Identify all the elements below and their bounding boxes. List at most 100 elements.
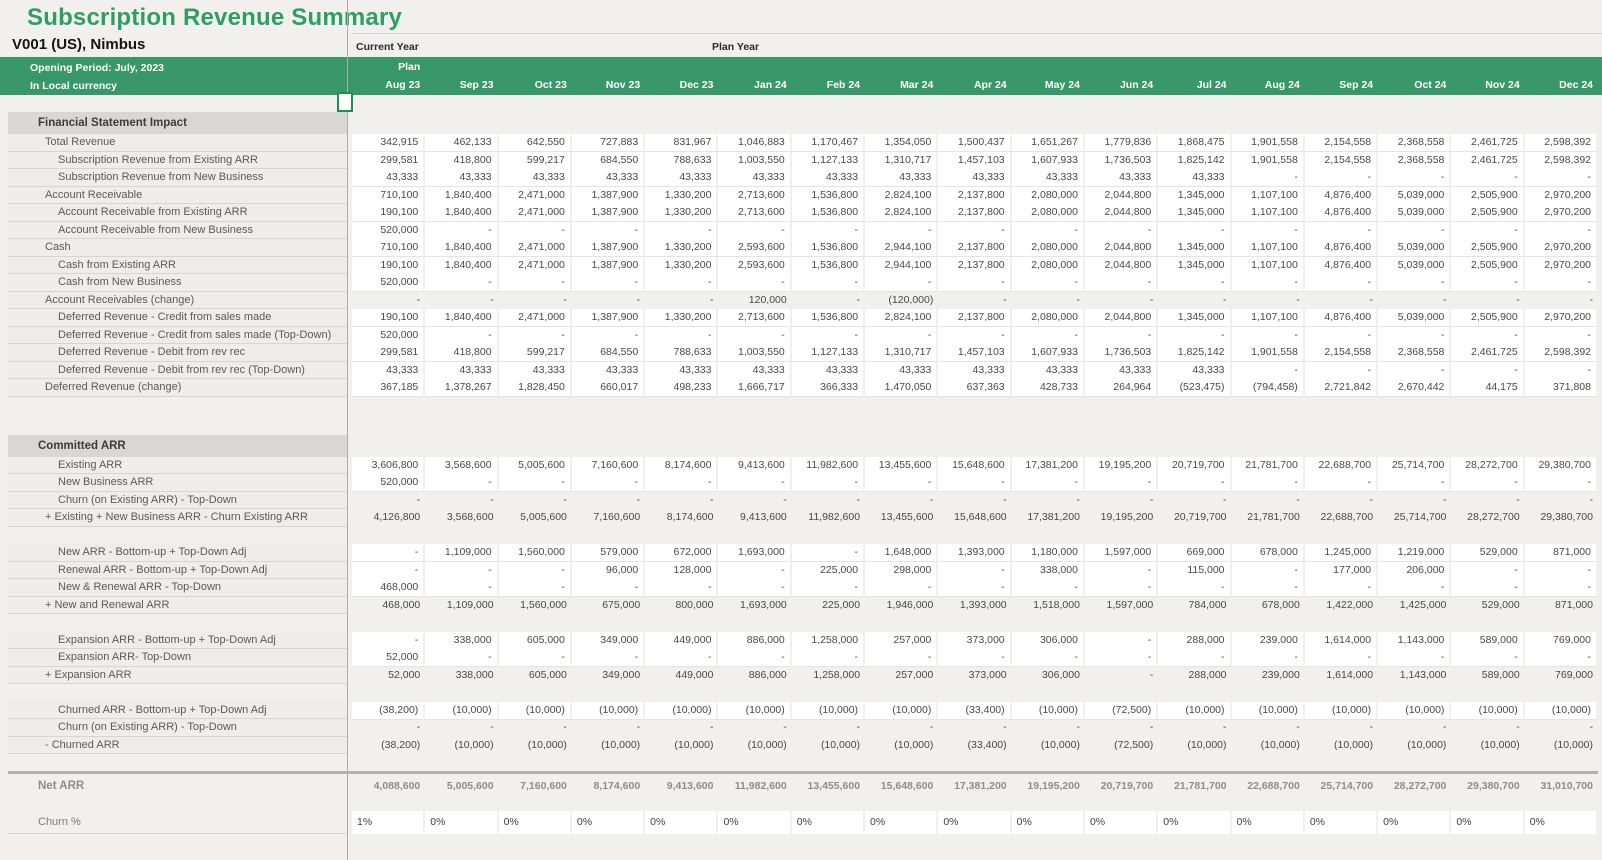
month-header-cell[interactable]: Jun 24 — [1085, 77, 1158, 95]
table-cell[interactable]: 2,713,600 — [718, 204, 792, 222]
table-cell[interactable]: 43,333 — [718, 361, 792, 380]
table-cell[interactable]: 28,272,700 — [1451, 509, 1524, 527]
table-cell[interactable]: - — [499, 492, 572, 510]
table-cell[interactable]: 2,154,558 — [1304, 134, 1379, 152]
table-cell[interactable]: - — [718, 492, 791, 510]
row-label[interactable]: Expansion ARR - Bottom-up + Top-Down Adj — [8, 631, 347, 649]
table-cell[interactable]: 675,000 — [572, 597, 645, 615]
table-cell[interactable]: - — [718, 474, 792, 492]
table-cell[interactable]: - — [1378, 292, 1451, 310]
table-cell[interactable]: 4,088,600 — [352, 774, 425, 799]
row-label[interactable]: + Expansion ARR — [8, 666, 347, 684]
table-cell[interactable]: - — [865, 274, 939, 292]
table-cell[interactable]: - — [1231, 221, 1305, 240]
table-cell[interactable]: - — [1158, 274, 1232, 292]
table-cell[interactable]: 0% — [791, 811, 866, 834]
table-cell[interactable]: - — [571, 649, 646, 667]
table-cell[interactable]: 1,779,836 — [1084, 134, 1159, 152]
table-cell[interactable]: 1,536,800 — [791, 309, 866, 327]
table-cell[interactable]: 529,000 — [1451, 597, 1524, 615]
table-cell[interactable]: 1,170,467 — [791, 134, 866, 152]
table-cell[interactable]: 225,000 — [791, 561, 866, 580]
table-cell[interactable]: - — [1304, 169, 1379, 187]
table-cell[interactable]: 1,560,000 — [499, 597, 572, 615]
table-cell[interactable]: 520,000 — [352, 474, 426, 492]
table-cell[interactable]: 44,175 — [1451, 379, 1525, 397]
table-cell[interactable]: 43,333 — [938, 169, 1012, 187]
table-cell[interactable]: 1,387,900 — [571, 239, 646, 257]
row-label[interactable]: + New and Renewal ARR — [8, 596, 347, 614]
table-cell[interactable]: - — [1231, 474, 1305, 492]
table-cell[interactable]: 2,721,842 — [1304, 379, 1379, 397]
table-cell[interactable]: 529,000 — [1451, 544, 1525, 562]
table-cell[interactable]: 1,345,000 — [1158, 204, 1232, 222]
table-cell[interactable]: 1,109,000 — [425, 544, 499, 562]
table-cell[interactable]: 43,333 — [791, 169, 866, 187]
table-cell[interactable]: - — [1158, 474, 1232, 492]
table-cell[interactable]: - — [425, 221, 499, 240]
table-cell[interactable]: 2,670,442 — [1378, 379, 1452, 397]
table-cell[interactable]: 1% — [352, 811, 426, 834]
table-cell[interactable]: 1,219,000 — [1378, 544, 1452, 562]
table-cell[interactable]: - — [791, 221, 866, 240]
table-cell[interactable]: 1,393,000 — [938, 597, 1011, 615]
table-cell[interactable]: - — [1524, 561, 1598, 580]
table-cell[interactable]: 605,000 — [498, 631, 572, 650]
table-cell[interactable]: 1,345,000 — [1158, 186, 1232, 205]
table-cell[interactable]: 15,648,600 — [865, 774, 938, 799]
month-header-cell[interactable]: Nov 24 — [1451, 77, 1524, 95]
table-cell[interactable]: 239,000 — [1232, 667, 1305, 685]
table-cell[interactable]: 1,901,558 — [1231, 344, 1305, 362]
month-header-cell[interactable]: Dec 24 — [1525, 77, 1598, 95]
table-cell[interactable]: 468,000 — [352, 579, 426, 597]
table-cell[interactable]: - — [792, 719, 865, 737]
table-cell[interactable]: 1,840,400 — [425, 256, 499, 275]
table-cell[interactable]: - — [498, 274, 572, 292]
table-cell[interactable]: - — [1011, 579, 1085, 597]
table-cell[interactable]: 672,000 — [645, 544, 719, 562]
table-cell[interactable]: (10,000) — [498, 701, 572, 720]
table-cell[interactable]: 428,733 — [1011, 379, 1085, 397]
table-cell[interactable]: 43,333 — [938, 361, 1012, 380]
table-cell[interactable]: - — [1451, 169, 1525, 187]
table-cell[interactable]: - — [1085, 667, 1158, 685]
row-label[interactable]: Churn (on Existing ARR) - Top-Down — [8, 719, 347, 737]
table-cell[interactable]: 2,080,000 — [1011, 204, 1085, 222]
table-cell[interactable]: 520,000 — [352, 326, 426, 345]
table-cell[interactable]: 1,736,503 — [1084, 344, 1159, 362]
table-cell[interactable]: - — [791, 474, 866, 492]
table-cell[interactable]: - — [645, 292, 718, 310]
table-cell[interactable]: (10,000) — [1231, 701, 1305, 720]
table-cell[interactable]: 0% — [1524, 811, 1598, 834]
table-cell[interactable]: 29,380,700 — [1451, 774, 1524, 799]
table-cell[interactable]: 1,310,717 — [865, 344, 939, 362]
table-cell[interactable]: 43,333 — [352, 169, 426, 187]
table-cell[interactable]: - — [1525, 492, 1598, 510]
table-cell[interactable]: (10,000) — [1524, 701, 1598, 720]
table-cell[interactable]: 1,127,133 — [791, 344, 866, 362]
table-cell[interactable]: 43,333 — [865, 361, 939, 380]
table-cell[interactable]: 1,648,000 — [865, 544, 939, 562]
table-cell[interactable]: 52,000 — [352, 667, 425, 685]
table-cell[interactable]: (10,000) — [1451, 737, 1524, 755]
table-cell[interactable]: 2,505,900 — [1451, 239, 1525, 257]
table-cell[interactable]: 13,455,600 — [865, 456, 939, 475]
table-cell[interactable]: 43,333 — [425, 361, 499, 380]
row-label[interactable]: + Existing + New Business ARR - Churn Ex… — [8, 509, 347, 527]
table-cell[interactable]: - — [1451, 492, 1524, 510]
table-cell[interactable]: 2,970,200 — [1524, 309, 1598, 327]
table-cell[interactable]: - — [645, 274, 719, 292]
table-cell[interactable]: 5,039,000 — [1378, 256, 1452, 275]
table-cell[interactable]: - — [572, 492, 645, 510]
table-cell[interactable]: - — [572, 719, 645, 737]
table-cell[interactable]: - — [1084, 579, 1159, 597]
table-cell[interactable]: (10,000) — [1451, 701, 1525, 720]
table-cell[interactable]: 1,500,437 — [938, 134, 1012, 152]
table-cell[interactable]: 769,000 — [1525, 667, 1598, 685]
table-cell[interactable]: 1,143,000 — [1378, 631, 1452, 650]
table-cell[interactable]: 20,719,700 — [1158, 456, 1232, 475]
table-cell[interactable]: 373,000 — [938, 631, 1012, 650]
table-cell[interactable]: 0% — [718, 811, 792, 834]
row-label[interactable]: Deferred Revenue - Debit from rev rec — [8, 344, 347, 362]
table-cell[interactable]: 871,000 — [1525, 597, 1598, 615]
